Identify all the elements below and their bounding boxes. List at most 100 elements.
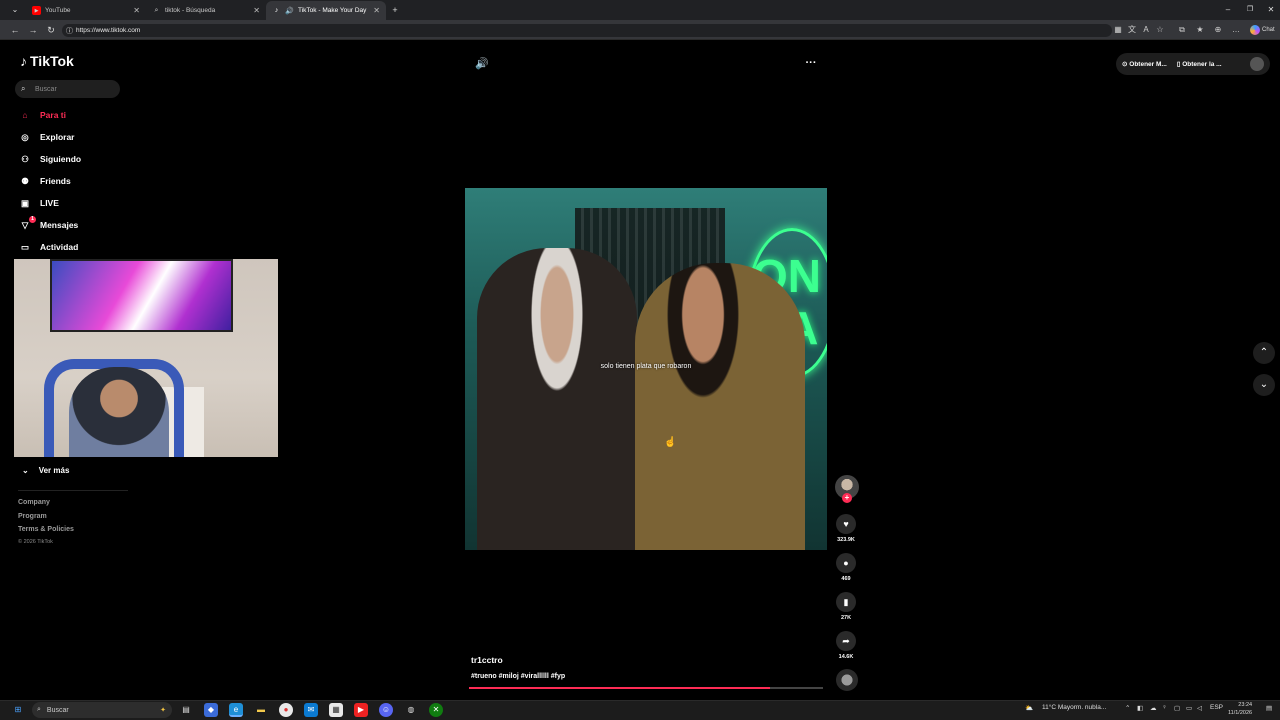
- footer-link-company[interactable]: Company: [18, 499, 50, 506]
- youtube-app-icon[interactable]: ▶: [354, 703, 368, 717]
- nav-label: LIVE: [40, 198, 59, 208]
- comment-button[interactable]: ● 469: [836, 553, 856, 582]
- tab-title: tiktok - Búsqueda: [165, 7, 216, 14]
- settings-more-icon[interactable]: …: [1231, 25, 1241, 35]
- tab-youtube[interactable]: ▶ YouTube ✕: [26, 1, 146, 20]
- address-bar[interactable]: ⓘ https://www.tiktok.com: [62, 24, 1112, 37]
- profile-avatar[interactable]: [1250, 57, 1264, 71]
- chevron-down-icon: ⌄: [22, 466, 29, 475]
- footer-link-program[interactable]: Program: [18, 513, 47, 520]
- video-hashtags[interactable]: #trueno #miloj #virallllll #fyp: [471, 673, 565, 680]
- more-options-icon[interactable]: ···: [804, 57, 818, 71]
- network-icon[interactable]: ▭: [1186, 704, 1192, 712]
- sidebar-divider: [18, 490, 128, 491]
- follow-plus-icon[interactable]: +: [842, 493, 852, 503]
- taskbar-clock[interactable]: 23:24 11/1/2026: [1228, 701, 1252, 717]
- obs-icon[interactable]: ◍: [404, 703, 418, 717]
- tray-app-icon[interactable]: ▢: [1174, 704, 1180, 712]
- volume-icon[interactable]: 🔊: [475, 57, 489, 71]
- site-info-icon[interactable]: ⓘ: [66, 26, 73, 36]
- clock-date: 11/1/2026: [1228, 710, 1253, 716]
- audio-playing-icon: 🔊: [285, 7, 294, 15]
- discord-icon[interactable]: ☺: [379, 703, 393, 717]
- close-icon[interactable]: ✕: [253, 6, 260, 15]
- tab-search[interactable]: ⌕ tiktok - Búsqueda ✕: [146, 1, 266, 20]
- close-icon[interactable]: ✕: [133, 6, 140, 15]
- window-close-button[interactable]: ✕: [1265, 4, 1277, 16]
- music-disc-icon[interactable]: [836, 669, 858, 691]
- nav-label: Actividad: [40, 242, 79, 252]
- hand-cursor-icon: ☝: [664, 437, 677, 448]
- compass-icon: ◎: [21, 131, 29, 142]
- windows-start-icon[interactable]: ⊞: [11, 703, 25, 717]
- like-button[interactable]: ♥ 323.9K: [836, 514, 856, 543]
- tab-tiktok[interactable]: ♪ 🔊 TikTok - Make Your Day ✕: [266, 1, 386, 20]
- weather-icon[interactable]: ⛅: [1025, 704, 1033, 712]
- like-count: 323.9K: [837, 537, 855, 543]
- nav-actividad[interactable]: ▭ Actividad: [18, 239, 128, 255]
- notifications-icon[interactable]: ▤: [1266, 704, 1272, 712]
- read-aloud-icon[interactable]: A: [1141, 25, 1151, 35]
- weather-text[interactable]: 11°C Mayorm. nubla...: [1042, 704, 1106, 711]
- favorites-icon[interactable]: ★: [1195, 25, 1205, 35]
- video-progress-fill: [469, 687, 770, 689]
- tab-list-button[interactable]: ⌄: [9, 4, 21, 16]
- share-button[interactable]: ➦ 14.6K: [836, 631, 856, 660]
- video-person-left: [477, 248, 637, 550]
- tiktok-logo[interactable]: ♪ TikTok: [20, 53, 74, 69]
- extensions-icon[interactable]: ⧉: [1177, 25, 1187, 35]
- taskbar-search[interactable]: ⌕ Buscar ✦: [32, 702, 172, 718]
- next-video-button[interactable]: ⌄: [1253, 374, 1275, 396]
- footer-link-terms[interactable]: Terms & Policies: [18, 526, 74, 533]
- copilot-button[interactable]: Chat: [1250, 24, 1278, 36]
- get-app-button[interactable]: ⊙ Obtener M...: [1122, 60, 1167, 68]
- save-button[interactable]: ▮ 27K: [836, 592, 856, 621]
- see-more-button[interactable]: ⌄ Ver más: [22, 466, 69, 475]
- get-mobile-app-button[interactable]: ▯ Obtener la ...: [1177, 60, 1222, 68]
- friends-icon: ⚉: [21, 175, 29, 186]
- video-player[interactable]: ON RA solo tienen plata que robaron: [465, 188, 827, 550]
- nav-friends[interactable]: ⚉ Friends: [18, 173, 128, 189]
- restore-button[interactable]: ❐: [1244, 4, 1256, 16]
- nav-siguiendo[interactable]: ⚇ Siguiendo: [18, 151, 128, 167]
- store-icon[interactable]: ▦: [329, 703, 343, 717]
- video-author[interactable]: tr1cctro: [471, 655, 503, 665]
- tray-app-icon[interactable]: ◧: [1137, 704, 1143, 712]
- collections-icon[interactable]: ⊕: [1213, 25, 1223, 35]
- translate-icon[interactable]: 文: [1127, 25, 1137, 35]
- video-progress-bar[interactable]: [469, 687, 823, 689]
- tray-cloud-icon[interactable]: ☁: [1150, 704, 1157, 712]
- file-explorer-icon[interactable]: ▬: [254, 703, 268, 717]
- nav-mensajes[interactable]: ▽ 1 Mensajes: [18, 216, 128, 233]
- task-view-icon[interactable]: ▤: [179, 703, 193, 717]
- nav-label: Explorar: [40, 132, 75, 142]
- webcam-overlay: [14, 259, 278, 457]
- user-follow-icon: ⚇: [21, 153, 29, 164]
- favorite-star-icon[interactable]: ☆: [1155, 25, 1165, 35]
- tiktok-note-icon: ♪: [20, 53, 27, 69]
- xbox-icon[interactable]: ✕: [429, 703, 443, 717]
- search-input[interactable]: ⌕ Buscar: [15, 80, 120, 98]
- copilot-app-icon[interactable]: ◆: [204, 703, 218, 717]
- language-indicator[interactable]: ESP: [1210, 704, 1223, 711]
- mail-icon[interactable]: ✉: [304, 703, 318, 717]
- tray-overflow-icon[interactable]: ⌃: [1125, 704, 1130, 712]
- edge-icon[interactable]: e: [229, 703, 243, 717]
- see-more-label: Ver más: [38, 466, 70, 475]
- url-text: https://www.tiktok.com: [76, 27, 141, 34]
- refresh-button[interactable]: ↻: [45, 24, 57, 36]
- apps-icon[interactable]: ▦: [1113, 25, 1123, 35]
- tray-mic-icon[interactable]: ♀: [1162, 704, 1167, 711]
- previous-video-button[interactable]: ⌃: [1253, 342, 1275, 364]
- volume-tray-icon[interactable]: ◁: [1197, 704, 1202, 712]
- new-tab-button[interactable]: +: [389, 4, 401, 16]
- nav-live[interactable]: ▣ LIVE: [18, 195, 128, 211]
- video-person-right: [635, 263, 805, 550]
- back-button[interactable]: ←: [9, 24, 21, 36]
- nav-explorar[interactable]: ◎ Explorar: [18, 129, 128, 145]
- nav-para-ti[interactable]: ⌂ Para ti: [18, 107, 128, 123]
- chrome-icon[interactable]: ●: [279, 703, 293, 717]
- minimize-button[interactable]: –: [1222, 4, 1234, 16]
- close-icon[interactable]: ✕: [373, 6, 380, 15]
- forward-button[interactable]: →: [27, 24, 39, 36]
